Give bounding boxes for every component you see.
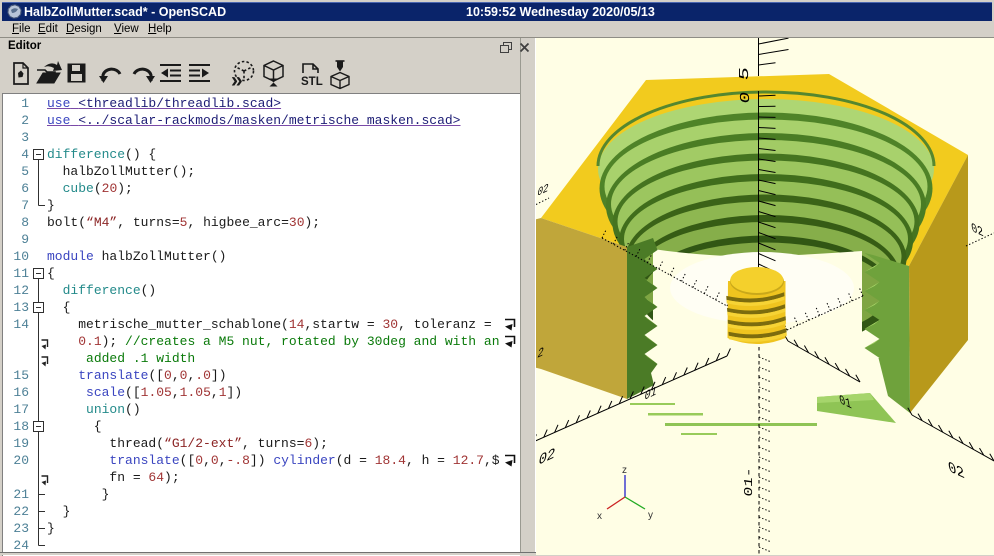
svg-text:STL: STL [301,76,323,88]
svg-text:x: x [597,511,602,522]
svg-text:z: z [622,465,627,476]
svg-text:5: 5 [737,66,753,82]
svg-text:01-: 01- [743,467,756,498]
svg-text:»: » [231,69,243,92]
svg-text:0: 0 [738,91,753,105]
svg-text:y: y [648,510,653,521]
